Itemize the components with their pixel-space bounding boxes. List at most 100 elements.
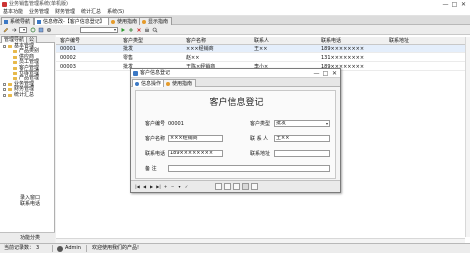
cell-phone: 131×××××××× bbox=[321, 55, 365, 61]
tab-show-guide[interactable]: 显示指南 bbox=[139, 17, 173, 25]
menu-bar: 基本功能 业务管理 财务管理 统计汇总 系统(S) bbox=[0, 9, 470, 16]
export-icon[interactable] bbox=[233, 183, 240, 190]
last-record-icon[interactable]: ▶| bbox=[156, 184, 161, 189]
column-header[interactable]: 客户编号 bbox=[60, 37, 80, 45]
filter-dropdown[interactable] bbox=[19, 27, 27, 33]
settings-icon[interactable] bbox=[46, 27, 52, 33]
chevron-down-icon bbox=[326, 122, 328, 125]
customer-type-select[interactable]: 批发 bbox=[274, 120, 330, 127]
chevron-down-icon bbox=[23, 29, 25, 31]
nav-item-phone[interactable]: 联系电话 bbox=[0, 201, 55, 207]
cell-id: 00002 bbox=[60, 55, 76, 61]
menu-basic[interactable]: 基本功能 bbox=[0, 9, 26, 15]
document-icon bbox=[37, 20, 41, 24]
tab-user-guide[interactable]: 使用指南 bbox=[163, 79, 197, 87]
previous-record-icon[interactable]: ◀ bbox=[142, 184, 147, 189]
expand-icon[interactable] bbox=[3, 93, 6, 97]
table-row[interactable]: 00002 零售 赵×× 131×××××××× bbox=[56, 54, 470, 62]
note-input[interactable] bbox=[168, 165, 330, 172]
column-header[interactable]: 联系地址 bbox=[389, 37, 409, 45]
contact-value: 王×× bbox=[276, 135, 290, 141]
page-tab-strip: 系统导航 信息修改-【客户信息登记】 使用指南 显示指南 bbox=[0, 16, 470, 25]
cell-contact: 王×× bbox=[254, 46, 268, 52]
current-user: Admin bbox=[65, 245, 81, 251]
add-record-icon[interactable]: + bbox=[163, 184, 168, 189]
dialog-maximize-button[interactable]: □ bbox=[321, 69, 330, 78]
folder-icon bbox=[13, 66, 17, 70]
customer-id-value: 00001 bbox=[168, 121, 184, 127]
table-row[interactable]: 00001 批发 ×××经销商 王×× 189×××××××× bbox=[56, 45, 470, 53]
address-input[interactable] bbox=[274, 150, 330, 157]
status-divider bbox=[52, 245, 53, 252]
customer-name-input[interactable]: ×××经销商 bbox=[168, 135, 223, 142]
column-header[interactable]: 联系电话 bbox=[321, 37, 341, 45]
menu-finance[interactable]: 财务管理 bbox=[52, 9, 78, 15]
export-icon[interactable] bbox=[38, 27, 44, 33]
expand-icon[interactable] bbox=[3, 82, 6, 86]
tab-system-nav[interactable]: 系统导航 bbox=[1, 17, 35, 25]
phone-input[interactable]: 189×××××××× bbox=[168, 150, 223, 157]
first-record-icon[interactable]: |◀ bbox=[135, 184, 140, 189]
maximize-button[interactable]: □ bbox=[450, 0, 459, 9]
record-navigator: |◀ ◀ ▶ ▶| + − ▾ ✓ bbox=[131, 180, 340, 192]
vertical-scrollbar[interactable] bbox=[465, 37, 470, 237]
delete-icon[interactable] bbox=[136, 27, 142, 33]
menu-statistics[interactable]: 统计汇总 bbox=[78, 9, 104, 15]
refresh-icon[interactable] bbox=[30, 27, 36, 33]
column-header[interactable]: 客户类型 bbox=[123, 37, 143, 45]
menu-system[interactable]: 系统(S) bbox=[104, 9, 127, 15]
dialog-tabs: 信息操作 使用指南 bbox=[131, 78, 340, 87]
nav-tree: 基本管理 产品类别 供应商 员工管理 客户管理 仓库管理 产品管理 业务管理 财… bbox=[0, 43, 55, 98]
search-icon[interactable] bbox=[242, 183, 249, 190]
cell-type: 零售 bbox=[123, 55, 134, 61]
edit-icon[interactable] bbox=[3, 27, 9, 33]
tab-public[interactable]: 公 bbox=[26, 36, 38, 43]
nav-footer[interactable]: 功能分类 bbox=[0, 232, 55, 243]
delete-record-icon[interactable]: − bbox=[170, 184, 175, 189]
status-bar: 当前记录数： 3 Admin 欢迎使用我们的产品! bbox=[0, 243, 470, 253]
tab-label: 使用指南 bbox=[172, 81, 193, 87]
record-count-label: 当前记录数： bbox=[4, 245, 35, 251]
cell-name: ×××经销商 bbox=[186, 46, 214, 52]
print-preview-icon[interactable] bbox=[224, 183, 231, 190]
grid-header: 客户编号 客户类型 客户名称 联系人 联系电话 联系地址 bbox=[56, 37, 470, 45]
tab-customer-edit[interactable]: 信息修改-【客户信息登记】 bbox=[34, 17, 109, 25]
status-divider bbox=[86, 245, 87, 252]
search-icon[interactable] bbox=[152, 27, 158, 33]
nav-tabs: 管理导航 公 bbox=[0, 35, 55, 43]
arrow-right-icon[interactable] bbox=[11, 27, 17, 33]
dialog-minimize-button[interactable]: — bbox=[312, 69, 321, 78]
tab-info-operations[interactable]: 信息操作 bbox=[132, 79, 166, 87]
add-icon[interactable] bbox=[128, 27, 134, 33]
move-down-icon[interactable]: ▾ bbox=[177, 184, 182, 189]
folder-icon bbox=[13, 55, 17, 59]
exit-icon[interactable] bbox=[251, 183, 258, 190]
dialog-close-button[interactable]: ✕ bbox=[330, 69, 339, 78]
column-header[interactable]: 客户名称 bbox=[186, 37, 206, 45]
menu-business[interactable]: 业务管理 bbox=[26, 9, 52, 15]
help-icon bbox=[111, 20, 115, 24]
save-record-icon[interactable]: ✓ bbox=[184, 184, 189, 189]
print-icon[interactable] bbox=[215, 183, 222, 190]
title-bar: 业务销售管理系统(单机版) — □ ✕ bbox=[0, 0, 470, 9]
tab-user-guide[interactable]: 使用指南 bbox=[108, 17, 142, 25]
collapse-icon[interactable] bbox=[3, 45, 6, 48]
play-icon[interactable] bbox=[120, 27, 126, 33]
close-button[interactable]: ✕ bbox=[459, 0, 468, 9]
expand-icon[interactable] bbox=[3, 88, 6, 92]
tab-manage-nav[interactable]: 管理导航 bbox=[1, 36, 28, 43]
tree-node-statistics[interactable]: 统计汇总 bbox=[0, 92, 55, 98]
toolbar bbox=[0, 25, 470, 35]
contact-input[interactable]: 王×× bbox=[274, 135, 330, 142]
print-icon[interactable] bbox=[144, 27, 150, 33]
customer-id-label: 客户编号 bbox=[145, 121, 166, 127]
minimize-button[interactable]: — bbox=[441, 0, 450, 9]
search-combo[interactable] bbox=[80, 27, 118, 33]
column-header[interactable]: 联系人 bbox=[254, 37, 269, 45]
window-controls: — □ ✕ bbox=[441, 0, 468, 9]
dialog-window-controls: — □ ✕ bbox=[312, 69, 339, 78]
phone-value: 189×××××××× bbox=[170, 150, 214, 156]
next-record-icon[interactable]: ▶ bbox=[149, 184, 154, 189]
cell-phone: 189×××××××× bbox=[321, 46, 365, 52]
application-window: 业务销售管理系统(单机版) — □ ✕ 基本功能 业务管理 财务管理 统计汇总 … bbox=[0, 0, 470, 253]
